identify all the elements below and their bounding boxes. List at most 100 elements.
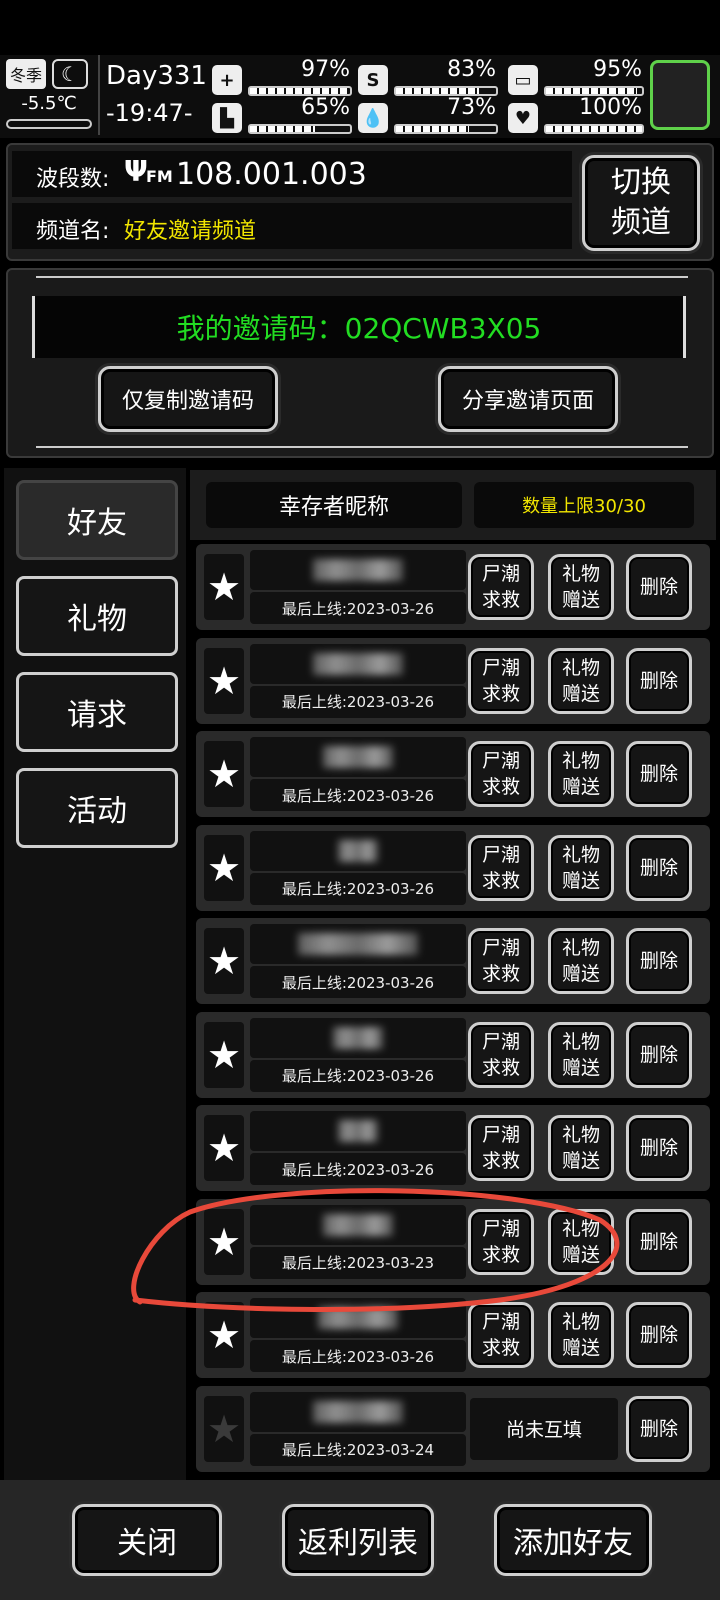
- zombie-tide-help-button[interactable]: 尸潮 求救: [468, 834, 534, 901]
- heart-icon: ♥: [508, 103, 538, 133]
- send-gift-button[interactable]: 礼物 赠送: [548, 554, 614, 620]
- rebate-list-button[interactable]: 返利列表: [282, 1504, 434, 1576]
- star-icon[interactable]: ★: [204, 1395, 244, 1462]
- delete-friend-button[interactable]: 删除: [626, 1302, 692, 1368]
- zombie-tide-help-button[interactable]: 尸潮 求救: [468, 1302, 534, 1368]
- fm-label: FM: [146, 167, 173, 186]
- friend-nickname: [250, 1017, 466, 1058]
- temperature: -5.5℃: [21, 93, 77, 114]
- delete-friend-button[interactable]: 删除: [626, 834, 692, 901]
- tab-friends[interactable]: 好友: [16, 480, 178, 560]
- friend-row: ★ 最后上线:2023-03-26 尸潮 求救 礼物 赠送 删除: [196, 1105, 710, 1191]
- friend-nickname: [250, 737, 466, 777]
- star-icon[interactable]: ★: [204, 1302, 244, 1368]
- stat-value: 73%: [447, 95, 496, 120]
- friend-row: ★ 最后上线:2023-03-26 尸潮 求救 礼物 赠送 删除: [196, 1292, 710, 1378]
- stomach-icon: S: [358, 65, 388, 95]
- send-gift-button[interactable]: 礼物 赠送: [548, 1115, 614, 1181]
- delete-friend-button[interactable]: 删除: [626, 1395, 692, 1462]
- tab-events[interactable]: 活动: [16, 768, 178, 848]
- last-online: 最后上线:2023-03-26: [250, 966, 466, 998]
- last-online: 最后上线:2023-03-26: [250, 1340, 466, 1372]
- channel-label: 频道名:: [36, 219, 110, 244]
- stat-bar: [544, 124, 644, 134]
- friend-nickname: [250, 643, 466, 684]
- frequency-row: 波段数: Ψ FM 108.001.003: [12, 151, 572, 197]
- delete-friend-button[interactable]: 删除: [626, 1021, 692, 1088]
- send-gift-button[interactable]: 礼物 赠送: [548, 1208, 614, 1275]
- antenna-icon: Ψ: [124, 155, 148, 188]
- send-gift-button[interactable]: 礼物 赠送: [548, 928, 614, 994]
- water-drop-icon: 💧: [358, 103, 388, 133]
- last-online: 最后上线:2023-03-26: [250, 1059, 466, 1092]
- friend-row: ★ 最后上线:2023-03-26 尸潮 求救 礼物 赠送 删除: [196, 637, 710, 724]
- star-icon[interactable]: ★: [204, 1021, 244, 1088]
- stat-value: 83%: [447, 57, 496, 82]
- close-button[interactable]: 关闭: [72, 1504, 222, 1576]
- send-gift-button[interactable]: 礼物 赠送: [548, 647, 614, 714]
- send-gift-button[interactable]: 礼物 赠送: [548, 834, 614, 901]
- last-online: 最后上线:2023-03-23: [250, 1246, 466, 1279]
- friend-nickname: [250, 1298, 466, 1338]
- last-online: 最后上线:2023-03-26: [250, 685, 466, 718]
- delete-friend-button[interactable]: 删除: [626, 928, 692, 994]
- stat-boot: ▙ 65%: [212, 95, 352, 137]
- friend-row: ★ 最后上线:2023-03-23 尸潮 求救 礼物 赠送 删除: [196, 1198, 710, 1285]
- bottom-bar: 关闭 返利列表 添加好友: [0, 1480, 720, 1600]
- star-icon[interactable]: ★: [204, 647, 244, 714]
- stat-health: +97%: [212, 57, 352, 99]
- stat-value: 97%: [301, 57, 350, 82]
- last-online: 最后上线:2023-03-26: [250, 1153, 466, 1185]
- share-invite-page-button[interactable]: 分享邀请页面: [438, 366, 618, 432]
- health-icon: +: [212, 65, 242, 95]
- switch-channel-button[interactable]: 切换 频道: [582, 155, 700, 251]
- delete-friend-button[interactable]: 删除: [626, 554, 692, 620]
- stat-value: 100%: [579, 95, 642, 120]
- delete-friend-button[interactable]: 删除: [626, 1115, 692, 1181]
- invite-panel: 我的邀请码：02QCWB3X05 仅复制邀请码 分享邀请页面: [6, 268, 714, 458]
- zombie-tide-help-button[interactable]: 尸潮 求救: [468, 647, 534, 714]
- zombie-tide-help-button[interactable]: 尸潮 求救: [468, 1208, 534, 1275]
- delete-friend-button[interactable]: 删除: [626, 1208, 692, 1275]
- friend-nickname: [250, 1111, 466, 1151]
- last-online: 最后上线:2023-03-26: [250, 872, 466, 905]
- last-online: 最后上线:2023-03-26: [250, 592, 466, 624]
- zombie-tide-help-button[interactable]: 尸潮 求救: [468, 1115, 534, 1181]
- game-time: -19:47-: [106, 99, 193, 127]
- radio-panel: 波段数: Ψ FM 108.001.003 频道名: 好友邀请频道 切换 频道: [6, 143, 714, 261]
- divider: [36, 446, 688, 448]
- menu-button[interactable]: [650, 60, 710, 130]
- zombie-tide-help-button[interactable]: 尸潮 求救: [468, 741, 534, 807]
- status-bar: 冬季 ☾ -5.5℃ Day331 -19:47- +97% S 83% ▭ 95% ▙ 6…: [0, 55, 720, 138]
- star-icon[interactable]: ★: [204, 554, 244, 620]
- add-friend-button[interactable]: 添加好友: [494, 1504, 652, 1576]
- tab-gifts[interactable]: 礼物: [16, 576, 178, 656]
- star-icon[interactable]: ★: [204, 1208, 244, 1275]
- channel-name: 好友邀请频道: [124, 219, 257, 244]
- star-icon[interactable]: ★: [204, 741, 244, 807]
- delete-friend-button[interactable]: 删除: [626, 741, 692, 807]
- season-badge: 冬季: [6, 59, 46, 89]
- copy-invite-code-button[interactable]: 仅复制邀请码: [98, 366, 278, 432]
- zombie-tide-help-button[interactable]: 尸潮 求救: [468, 928, 534, 994]
- frequency-value: 108.001.003: [176, 157, 367, 192]
- pending-status: 尚未互填: [470, 1397, 618, 1460]
- send-gift-button[interactable]: 礼物 赠送: [548, 1302, 614, 1368]
- star-icon[interactable]: ★: [204, 1115, 244, 1181]
- star-icon[interactable]: ★: [204, 928, 244, 994]
- zombie-tide-help-button[interactable]: 尸潮 求救: [468, 554, 534, 620]
- send-gift-button[interactable]: 礼物 赠送: [548, 1021, 614, 1088]
- delete-friend-button[interactable]: 删除: [626, 647, 692, 714]
- friend-nickname: [250, 830, 466, 871]
- send-gift-button[interactable]: 礼物 赠送: [548, 741, 614, 807]
- star-icon[interactable]: ★: [204, 834, 244, 901]
- friend-row: ★ 最后上线:2023-03-26 尸潮 求救 礼物 赠送 删除: [196, 544, 710, 630]
- stat-bar: [394, 124, 498, 134]
- friend-limit: 数量上限30/30: [474, 482, 694, 528]
- tab-requests[interactable]: 请求: [16, 672, 178, 752]
- friend-row: ★ 最后上线:2023-03-24 尚未互填 删除: [196, 1385, 710, 1472]
- friend-nickname: [250, 1204, 466, 1245]
- day-counter: Day331: [106, 61, 207, 91]
- moon-icon: ☾: [52, 59, 88, 89]
- zombie-tide-help-button[interactable]: 尸潮 求救: [468, 1021, 534, 1088]
